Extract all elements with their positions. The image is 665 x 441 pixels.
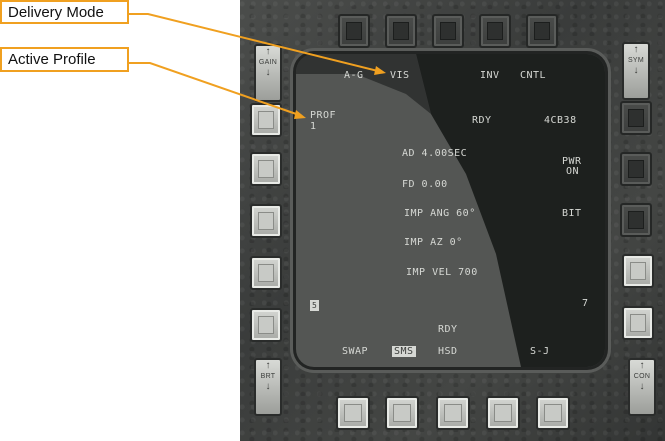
osb-top-3[interactable] <box>432 14 464 48</box>
station-right-number: 7 <box>582 298 589 309</box>
delivery-mode-callout-text: Delivery Mode <box>8 4 104 21</box>
brt-up-arrow-icon[interactable]: ↑ <box>256 360 280 372</box>
osb-top-1[interactable] <box>338 14 370 48</box>
hsd-label: HSD <box>438 346 458 357</box>
vis-delivery-mode-label: VIS <box>390 70 410 81</box>
swap-label: SWAP <box>342 346 369 357</box>
brt-rocker[interactable]: ↑ BRT ↓ <box>254 358 282 416</box>
ag-mode-label: A-G <box>344 70 364 81</box>
sym-label: SYM <box>627 57 645 64</box>
osb-right-5[interactable] <box>622 306 654 340</box>
con-rocker[interactable]: ↑ CON ↓ <box>628 358 656 416</box>
prof-label: PROF <box>310 110 337 121</box>
gain-rocker[interactable]: ↑ GAIN ↓ <box>254 44 282 102</box>
sym-rocker[interactable]: ↑ SYM ↓ <box>622 42 650 100</box>
sym-up-arrow-icon[interactable]: ↑ <box>624 44 648 56</box>
osb-left-3[interactable] <box>250 204 282 238</box>
status-rdy-bottom: RDY <box>438 324 458 335</box>
weapon-id-label: 4CB38 <box>544 115 577 126</box>
osb-top-5[interactable] <box>526 14 558 48</box>
sj-label: S-J <box>530 346 550 357</box>
osb-bottom-1[interactable] <box>336 396 370 430</box>
bit-label: BIT <box>562 208 582 219</box>
mfd-screen: A-G VIS INV CNTL PROF 1 RDY 4CB38 PWR ON… <box>296 54 605 367</box>
osb-left-4[interactable] <box>250 256 282 290</box>
osb-left-1[interactable] <box>250 103 282 137</box>
active-profile-callout: Active Profile <box>0 47 129 72</box>
brt-label: BRT <box>260 373 276 380</box>
gain-up-arrow-icon[interactable]: ↑ <box>256 46 280 58</box>
osb-right-1[interactable] <box>620 101 652 135</box>
osb-bottom-2[interactable] <box>385 396 419 430</box>
param-imp-az: IMP AZ 0° <box>404 237 463 248</box>
pwr-state: ON <box>566 166 580 177</box>
station-left-number: 5 <box>310 300 320 311</box>
sym-down-arrow-icon[interactable]: ↓ <box>624 65 648 77</box>
osb-left-2[interactable] <box>250 152 282 186</box>
osb-right-2[interactable] <box>620 152 652 186</box>
osb-top-4[interactable] <box>479 14 511 48</box>
osb-right-3[interactable] <box>620 203 652 237</box>
osb-bottom-3[interactable] <box>436 396 470 430</box>
osb-bottom-4[interactable] <box>486 396 520 430</box>
param-imp-vel: IMP VEL 700 <box>406 267 478 278</box>
cntl-label: CNTL <box>520 70 547 81</box>
brt-down-arrow-icon[interactable]: ↓ <box>256 381 280 393</box>
con-up-arrow-icon[interactable]: ↑ <box>630 360 654 372</box>
param-ad: AD 4.00SEC <box>402 148 468 159</box>
osb-top-2[interactable] <box>385 14 417 48</box>
active-profile-callout-text: Active Profile <box>8 51 96 68</box>
inv-label: INV <box>480 70 500 81</box>
con-label: CON <box>633 373 651 380</box>
delivery-mode-callout: Delivery Mode <box>0 0 129 24</box>
osb-right-4[interactable] <box>622 254 654 288</box>
con-down-arrow-icon[interactable]: ↓ <box>630 381 654 393</box>
param-fd: FD 0.00 <box>402 179 448 190</box>
gain-down-arrow-icon[interactable]: ↓ <box>256 67 280 79</box>
gain-label: GAIN <box>258 59 278 66</box>
osb-left-5[interactable] <box>250 308 282 342</box>
param-imp-ang: IMP ANG 60° <box>404 208 476 219</box>
sms-page-label: SMS <box>392 346 416 357</box>
osb-bottom-5[interactable] <box>536 396 570 430</box>
status-rdy-top: RDY <box>472 115 492 126</box>
prof-number: 1 <box>310 121 317 132</box>
